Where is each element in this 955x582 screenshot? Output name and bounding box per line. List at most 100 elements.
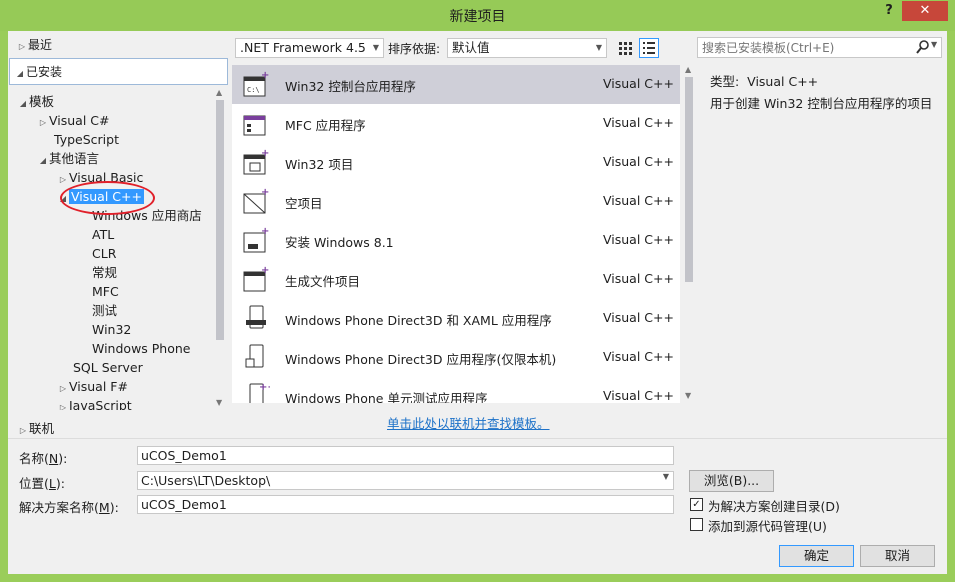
tree-item-general[interactable]: 常规 <box>92 263 117 282</box>
search-input[interactable] <box>698 38 903 57</box>
location-field[interactable]: ▼ <box>137 471 674 490</box>
win32-project-icon: ++ <box>242 148 278 176</box>
help-button[interactable]: ? <box>880 3 898 21</box>
chevron-down-icon[interactable]: ▼ <box>931 40 937 49</box>
location-input[interactable] <box>138 472 673 489</box>
template-tree: ◢ 模板 ▷ Visual C# TypeScript ◢ 其他语言 ▷ Visual … <box>9 88 228 410</box>
info-type: 类型: Visual C++ <box>710 74 819 89</box>
tree-item-test[interactable]: 测试 <box>92 301 117 320</box>
collapse-icon: ◢ <box>39 156 47 165</box>
grid-view-icon[interactable] <box>615 38 635 58</box>
tree-item-csharp[interactable]: ▷ Visual C# <box>37 111 110 130</box>
cancel-button[interactable]: 取消 <box>860 545 935 567</box>
name-input[interactable] <box>138 447 673 464</box>
tree-item-javascript[interactable]: ▷ JavaScript <box>57 396 132 410</box>
nav-installed-label: 已安装 <box>26 65 63 79</box>
expand-icon: ▷ <box>18 42 26 51</box>
mfc-app-icon <box>242 109 270 137</box>
annotation-circle <box>60 181 155 215</box>
new-project-dialog: 新建项目 ? ✕ ▷ 最近 ◢ 已安装 ◢ 模板 ▷ Visual C# TypeScr… <box>0 0 955 582</box>
tree-item-fsharp[interactable]: ▷ Visual F# <box>57 377 128 396</box>
name-field[interactable] <box>137 446 674 465</box>
tree-item-win32[interactable]: Win32 <box>92 320 131 339</box>
chevron-down-icon: ▼ <box>372 43 379 52</box>
list-view-icon[interactable] <box>639 38 659 58</box>
nav-installed[interactable]: ◢ 已安装 <box>9 58 228 85</box>
nav-recent[interactable]: ▷ 最近 <box>16 34 52 56</box>
location-label: 位置(L): <box>19 476 65 491</box>
solution-label: 解决方案名称(M): <box>19 500 119 515</box>
title-bar[interactable]: 新建项目 ? ✕ <box>0 0 955 31</box>
tree-item-clr[interactable]: CLR <box>92 244 116 263</box>
chevron-down-icon[interactable]: ▼ <box>663 472 669 481</box>
template-row[interactable]: ++ 空项目 Visual C++ <box>232 182 680 221</box>
tree-item-sql-server[interactable]: SQL Server <box>73 358 143 377</box>
makefile-project-icon: ++ <box>242 265 278 293</box>
source-control-label: 添加到源代码管理(U) <box>708 519 827 534</box>
scroll-down-icon[interactable]: ▼ <box>216 398 222 407</box>
nav-online-label: 联机 <box>29 421 55 436</box>
expand-icon: ▷ <box>39 118 47 127</box>
template-row[interactable]: MFC 应用程序 Visual C++ <box>232 104 680 143</box>
chevron-down-icon: ▼ <box>595 43 602 52</box>
tree-item-atl[interactable]: ATL <box>92 225 114 244</box>
scroll-thumb[interactable] <box>216 100 224 340</box>
svg-text:++: ++ <box>261 187 270 198</box>
template-row[interactable]: ++ Windows Phone 单元测试应用程序 Visual C++ <box>232 377 680 403</box>
windows-install-icon: ++ <box>242 226 278 254</box>
console-app-icon: C:\++ <box>242 70 278 98</box>
template-row[interactable]: Windows Phone Direct3D 和 XAML 应用程序 Visua… <box>232 299 680 338</box>
solution-input[interactable] <box>138 496 673 513</box>
phone-d3d-xaml-icon <box>242 304 270 332</box>
create-dir-label: 为解决方案创建目录(D) <box>708 499 840 514</box>
template-info: 类型: Visual C++ 用于创建 Win32 控制台应用程序的项目 <box>700 65 946 403</box>
create-dir-checkbox[interactable]: ✓ <box>690 498 703 511</box>
search-templates-box[interactable]: ▼ <box>697 37 942 58</box>
sort-select[interactable]: 默认值 ▼ <box>447 38 607 58</box>
svg-text:++: ++ <box>259 382 270 393</box>
scroll-thumb[interactable] <box>685 77 693 282</box>
close-button[interactable]: ✕ <box>902 1 948 21</box>
source-control-checkbox[interactable] <box>690 518 703 531</box>
template-scrollbar[interactable]: ▲ ▼ <box>682 65 696 403</box>
template-row[interactable]: C:\++ Win32 控制台应用程序 Visual C++ <box>232 65 680 104</box>
svg-text:C:\: C:\ <box>247 86 260 94</box>
svg-text:++: ++ <box>261 265 270 276</box>
framework-select[interactable]: .NET Framework 4.5 ▼ <box>235 38 384 58</box>
tree-item-windows-phone[interactable]: Windows Phone <box>92 339 191 358</box>
tree-item-other-languages[interactable]: ◢ 其他语言 <box>37 149 99 168</box>
scroll-up-icon[interactable]: ▲ <box>685 65 691 74</box>
template-row[interactable]: ++ Win32 项目 Visual C++ <box>232 143 680 182</box>
svg-text:++: ++ <box>261 148 270 159</box>
name-label: 名称(N): <box>19 451 68 466</box>
tree-item-templates[interactable]: ◢ 模板 <box>17 92 54 111</box>
tree-item-typescript[interactable]: TypeScript <box>54 130 119 149</box>
tree-scrollbar[interactable]: ▲ ▼ <box>213 88 227 410</box>
collapse-icon: ◢ <box>19 99 27 108</box>
divider <box>8 438 947 439</box>
template-row[interactable]: ++ 生成文件项目 Visual C++ <box>232 260 680 299</box>
browse-button[interactable]: 浏览(B)... <box>689 470 774 492</box>
search-icon[interactable] <box>916 39 930 58</box>
template-row[interactable]: Windows Phone Direct3D 应用程序(仅限本机) Visual… <box>232 338 680 377</box>
info-description: 用于创建 Win32 控制台应用程序的项目 <box>710 96 933 111</box>
online-templates-link[interactable]: 单击此处以联机并查找模板。 <box>387 413 550 432</box>
nav-recent-label: 最近 <box>28 38 53 52</box>
svg-text:++: ++ <box>261 226 270 237</box>
ok-button[interactable]: 确定 <box>779 545 854 567</box>
collapse-icon: ◢ <box>16 69 24 78</box>
phone-unit-test-icon: ++ <box>242 382 276 403</box>
template-list: C:\++ Win32 控制台应用程序 Visual C++ MFC 应用程序 … <box>232 65 680 403</box>
nav-online[interactable]: ▷ 联机 <box>17 418 54 437</box>
tree-item-mfc[interactable]: MFC <box>92 282 119 301</box>
window-title: 新建项目 <box>449 9 506 25</box>
template-row[interactable]: ++ 安装 Windows 8.1 Visual C++ <box>232 221 680 260</box>
phone-d3d-icon <box>242 343 270 371</box>
svg-text:++: ++ <box>261 70 270 81</box>
scroll-up-icon[interactable]: ▲ <box>216 88 222 97</box>
empty-project-icon: ++ <box>242 187 278 215</box>
scroll-down-icon[interactable]: ▼ <box>685 391 691 400</box>
solution-field[interactable] <box>137 495 674 514</box>
expand-icon: ▷ <box>59 403 67 410</box>
expand-icon: ▷ <box>19 426 27 435</box>
